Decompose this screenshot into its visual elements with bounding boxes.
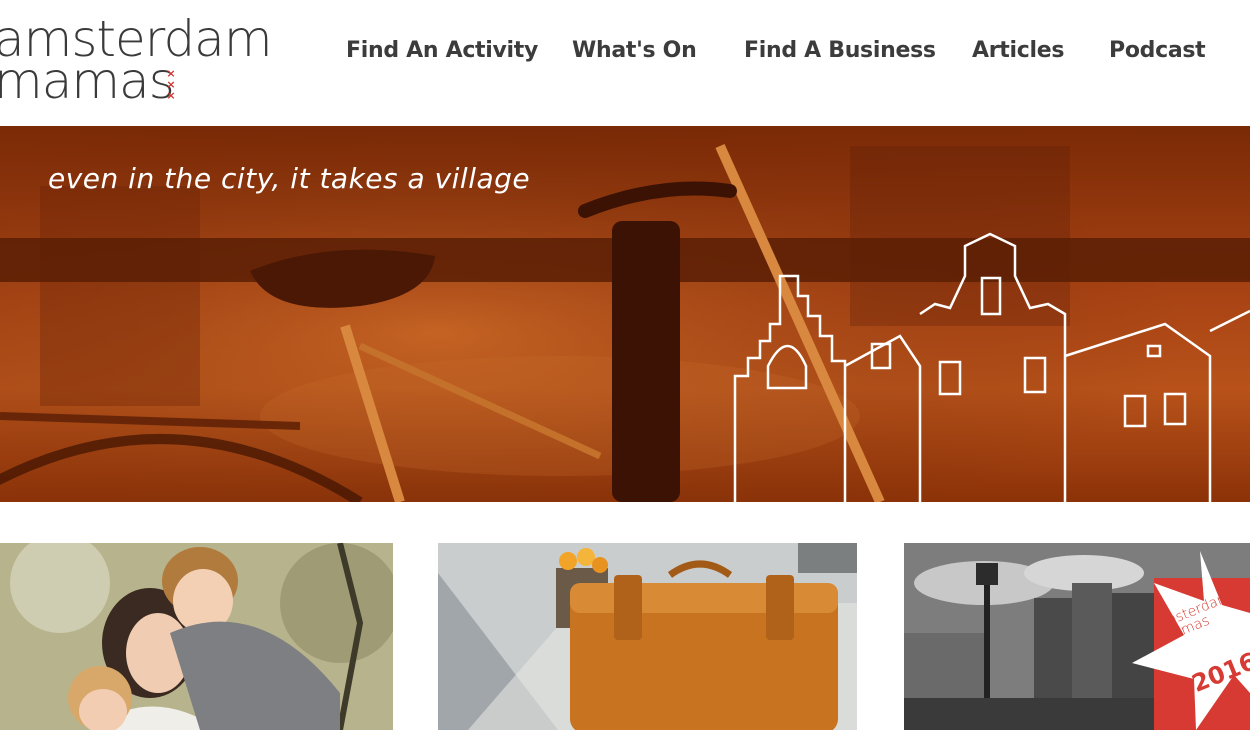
nav-find-an-activity[interactable]: Find An Activity	[346, 38, 538, 63]
nav-whats-on[interactable]: What's On	[572, 38, 697, 63]
hero-banner: even in the city, it takes a village	[0, 126, 1250, 502]
site-header: amsterdam mamas × × × Find An Activity Wha…	[0, 0, 1250, 126]
amsterdam-canal-photo	[904, 543, 1250, 730]
mother-with-children-photo	[0, 543, 393, 730]
main-navigation: Find An Activity What's On Find A Busine…	[0, 38, 1250, 78]
hero-tagline: even in the city, it takes a village	[48, 162, 531, 195]
nav-find-a-business[interactable]: Find A Business	[744, 38, 936, 63]
feature-card-awards[interactable]	[904, 543, 1250, 730]
leather-suitcase-photo	[438, 543, 857, 730]
nav-podcast[interactable]: Podcast	[1109, 38, 1206, 63]
nav-articles[interactable]: Articles	[972, 38, 1064, 63]
feature-card-family[interactable]	[0, 543, 393, 730]
feature-card-travel[interactable]	[438, 543, 857, 730]
